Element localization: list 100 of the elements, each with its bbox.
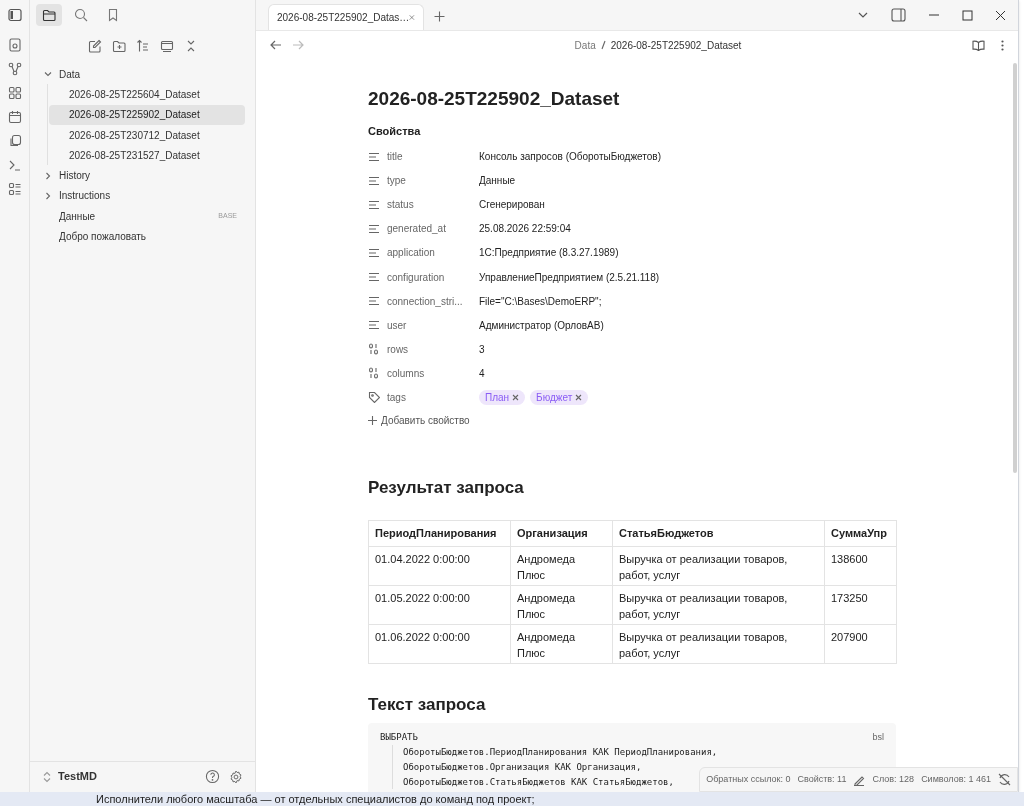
note-title: 2026-08-25T225902_Dataset [368, 87, 621, 111]
folder-item[interactable]: Instructions [40, 185, 245, 207]
property-value[interactable]: File="C:\Bases\DemoERP"; [479, 293, 602, 309]
tag-pill[interactable]: Бюджет [530, 390, 589, 405]
table-cell: Выручка от реализации товаров, работ, услуг [612, 546, 825, 586]
file-item[interactable]: Добро пожаловать [40, 226, 245, 247]
terminal-icon[interactable] [7, 158, 22, 172]
file-item[interactable]: 2026-08-25T230712_Dataset [49, 124, 245, 146]
binary-icon [368, 367, 380, 380]
window-icon[interactable] [159, 39, 174, 53]
text-icon [368, 271, 380, 283]
calendar-icon[interactable] [7, 110, 22, 124]
tab-title[interactable]: 2026-08-25T225902_Datas… [277, 10, 410, 25]
text-icon [368, 222, 380, 235]
close-icon[interactable] [995, 9, 1006, 21]
tab[interactable]: 2026-08-25T225902_Datas… [268, 4, 424, 30]
list-icon[interactable] [7, 182, 22, 196]
code-line: ОборотыБюджетов.ПериодПланирования КАК ПериодПланирования, [403, 746, 718, 760]
chevron-right-icon[interactable] [44, 191, 52, 200]
table-cell: Андромеда Плюс [510, 546, 613, 586]
property-name: application [387, 246, 436, 261]
table-cell: Андромеда Плюс [510, 624, 613, 664]
document-search-icon[interactable] [7, 38, 22, 52]
property-value[interactable]: 4 [479, 365, 485, 381]
table-cell: 01.05.2022 0:00:00 [368, 585, 511, 625]
sidebar-toggle-icon[interactable] [7, 8, 22, 22]
column-header: СтатьяБюджетов [612, 520, 825, 547]
help-icon[interactable] [205, 769, 220, 784]
property-name: type [387, 174, 407, 189]
table-cell: 138600 [824, 546, 897, 586]
tag-pill[interactable]: План [479, 390, 526, 405]
remove-icon[interactable] [512, 394, 520, 401]
file-item[interactable]: 2026-08-25T231527_Dataset [49, 145, 245, 166]
chevron-right-icon[interactable] [44, 171, 52, 180]
section-heading: Текст запроса [368, 693, 487, 716]
sort-icon[interactable] [135, 39, 150, 53]
settings-icon[interactable] [229, 769, 243, 784]
text-icon [368, 150, 380, 163]
sync-error-icon[interactable] [998, 773, 1011, 786]
book-icon[interactable] [972, 39, 985, 51]
property-value[interactable]: Сгенерирован [479, 197, 545, 213]
file-item[interactable]: 2026-08-25T225902_Dataset [49, 104, 245, 125]
section-heading: Результат запроса [368, 476, 525, 499]
plus-icon [368, 415, 377, 425]
table-cell: Андромеда Плюс [510, 585, 613, 625]
property-value[interactable]: 1С:Предприятие (8.3.27.1989) [479, 245, 619, 261]
word-count: Слов: 128 [872, 772, 915, 786]
new-folder-icon[interactable] [111, 39, 126, 53]
properties-count: Свойств: 11 [797, 772, 847, 786]
backlinks-count[interactable]: Обратных ссылок: 0 [706, 772, 791, 787]
table-cell: 01.06.2022 0:00:00 [368, 624, 511, 664]
property-value[interactable]: Администратор (ОрловАВ) [479, 317, 604, 333]
remove-icon[interactable] [575, 394, 583, 401]
chevron-down-icon[interactable] [44, 70, 52, 79]
maximize-icon[interactable] [962, 9, 973, 21]
property-name: rows [387, 342, 410, 357]
property-name: columns [387, 366, 426, 381]
breadcrumb[interactable]: Data [574, 37, 596, 53]
table-cell: 207900 [824, 624, 897, 664]
property-value[interactable]: УправлениеПредприятием (2.5.21.118) [479, 269, 660, 285]
property-value[interactable]: Данные [479, 173, 516, 189]
folder-item[interactable]: History [40, 165, 245, 186]
column-header: СуммаУпр [824, 520, 897, 547]
property-name: tags [387, 391, 407, 405]
property-name: configuration [387, 270, 446, 285]
scrollbar-thumb[interactable] [1013, 63, 1017, 473]
property-name: title [387, 150, 404, 165]
plus-icon[interactable] [434, 11, 445, 22]
new-note-icon[interactable] [87, 39, 102, 53]
property-name: user [387, 318, 408, 333]
text-icon [368, 319, 380, 332]
folder-item[interactable]: Data [40, 64, 245, 85]
vault-name[interactable]: TestMD [58, 768, 205, 785]
bookmark-icon [106, 8, 120, 22]
binary-icon [368, 343, 380, 356]
sidebar-tab[interactable] [36, 4, 62, 26]
folder-icon [42, 8, 56, 22]
character-count: Символов: 1 461 [921, 772, 991, 786]
file-item[interactable]: 2026-08-25T225604_Dataset [49, 84, 245, 105]
grid-icon[interactable] [7, 86, 22, 100]
property-value[interactable]: 25.08.2026 22:59:04 [479, 221, 571, 237]
text-icon [368, 246, 380, 259]
graph-icon[interactable] [7, 62, 22, 76]
add-property-button[interactable]: Добавить свойство [368, 412, 896, 428]
text-icon [368, 174, 380, 187]
table-cell: Выручка от реализации товаров, работ, услуг [612, 624, 825, 664]
column-header: Организация [510, 520, 613, 547]
code-line: ОборотыБюджетов.Организация КАК Организация, [403, 761, 642, 775]
text-icon [368, 198, 380, 211]
copy-icon[interactable] [7, 134, 22, 148]
sidebar-toggle-icon[interactable] [891, 8, 906, 22]
column-header: ПериодПланирования [368, 520, 511, 547]
property-name: status [387, 198, 415, 213]
table-cell: 01.04.2022 0:00:00 [368, 546, 511, 586]
code-language-label: bsl [872, 731, 884, 745]
property-value[interactable]: 3 [479, 341, 485, 357]
more-options-icon[interactable] [1001, 39, 1004, 51]
property-value[interactable]: Консоль запросов (ОборотыБюджетов) [479, 149, 661, 165]
back-arrow-icon[interactable] [270, 40, 282, 50]
slash-icon [600, 40, 606, 50]
